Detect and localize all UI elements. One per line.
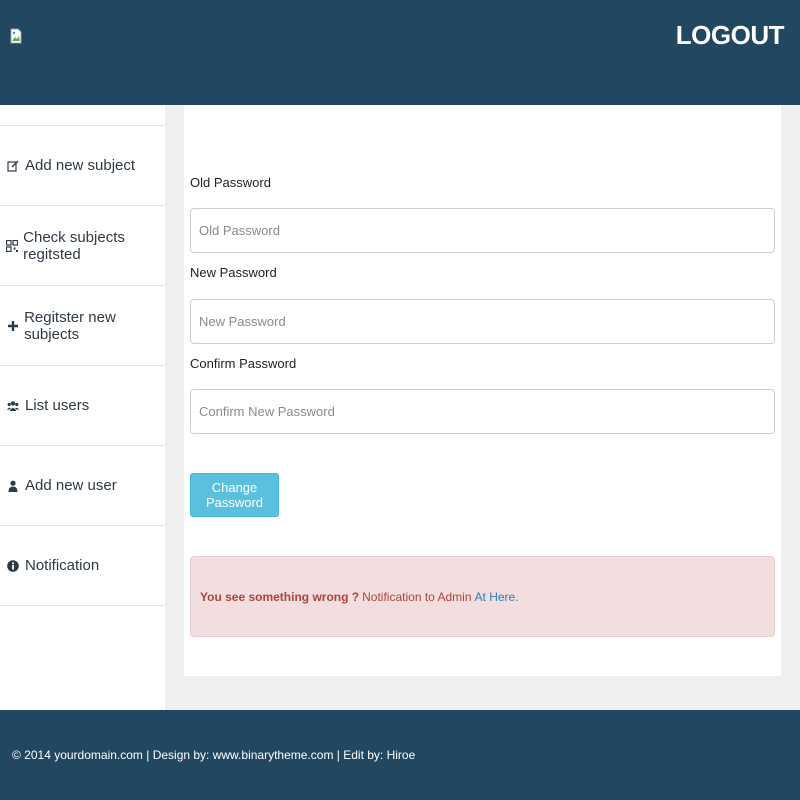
qrcode-icon — [6, 239, 19, 253]
footer-text: © 2014 yourdomain.com | Design by: www.b… — [12, 748, 416, 762]
old-password-label: Old Password — [190, 175, 271, 190]
sidebar-item-add-new-subject[interactable]: Add new subject — [0, 126, 165, 206]
confirm-password-label: Confirm Password — [190, 356, 297, 371]
sidebar-item-label: List users — [25, 397, 90, 414]
old-password-input[interactable] — [190, 208, 775, 253]
user-icon — [6, 479, 20, 493]
sidebar-item-label: Add new user — [25, 477, 117, 494]
sidebar-item-add-new-user[interactable]: Add new user — [0, 446, 165, 526]
alert-strong-text: You see something wrong ? — [200, 589, 360, 604]
logout-link[interactable]: LOGOUT — [676, 20, 785, 51]
sidebar-item-notification[interactable]: Notification — [0, 526, 165, 606]
sidebar-item-check-subjects[interactable]: Check subjects regitsted — [0, 206, 165, 286]
sidebar-item-list-users[interactable]: List users — [0, 366, 165, 446]
change-password-button[interactable]: Change Password — [190, 473, 279, 517]
confirm-password-input[interactable] — [190, 389, 775, 434]
alert-text: Notification to Admin — [362, 589, 472, 604]
new-password-input[interactable] — [190, 299, 775, 344]
top-navbar: LOGOUT — [0, 0, 800, 105]
users-icon — [6, 399, 20, 413]
edit-icon — [6, 159, 20, 173]
error-alert: You see something wrong ? Notification t… — [190, 556, 775, 637]
alert-link[interactable]: At Here. — [475, 590, 519, 604]
new-password-label: New Password — [190, 265, 277, 280]
plus-icon — [6, 319, 19, 333]
broken-image-icon — [10, 28, 22, 44]
sidebar-item-label: Check subjects regitsted — [23, 228, 125, 263]
sidebar: Add new subject Check subjects regitsted… — [0, 105, 165, 710]
sidebar-menu: Add new subject Check subjects regitsted… — [0, 125, 165, 606]
sidebar-item-register-subjects[interactable]: Regitster new subjects — [0, 286, 165, 366]
sidebar-item-label: Notification — [25, 557, 100, 574]
sidebar-item-label: Add new subject — [25, 157, 136, 174]
info-icon — [6, 559, 20, 573]
footer: © 2014 yourdomain.com | Design by: www.b… — [0, 710, 800, 800]
sidebar-item-label: Regitster new subjects — [24, 308, 116, 343]
